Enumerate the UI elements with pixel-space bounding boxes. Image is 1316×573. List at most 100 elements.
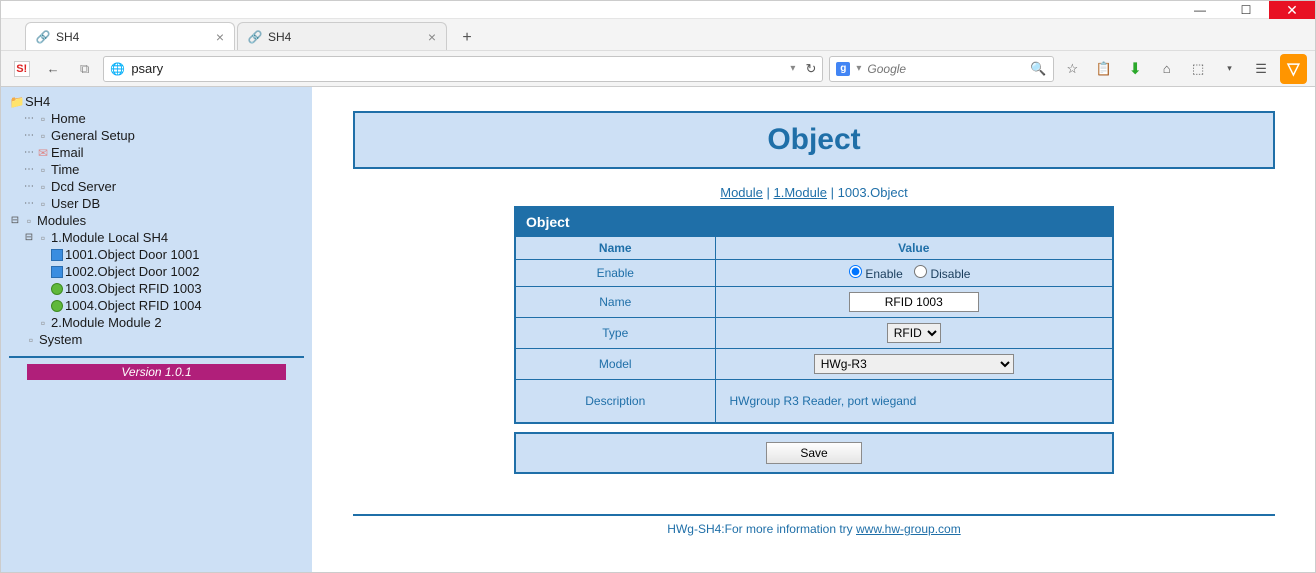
page-icon: ▫ xyxy=(35,180,51,194)
col-value-header: Value xyxy=(715,237,1113,260)
nav-module-2[interactable]: ▫2.Module Module 2 xyxy=(9,314,304,331)
object-form: Object Name Value Enable Enable Disable … xyxy=(514,206,1114,474)
bullet-icon: ⋯ xyxy=(23,113,35,124)
row-name-label: Name xyxy=(515,287,715,318)
tab-title: SH4 xyxy=(56,30,79,44)
tab-title: SH4 xyxy=(268,30,291,44)
nav-user-db[interactable]: ⋯▫User DB xyxy=(9,195,304,212)
home-icon[interactable]: ⌂ xyxy=(1154,55,1179,83)
menu-icon[interactable]: ☰ xyxy=(1248,55,1273,83)
google-icon: g xyxy=(836,62,850,76)
bullet-icon: ⋯ xyxy=(23,181,35,192)
main-panel: Object Module | 1.Module | 1003.Object O… xyxy=(313,87,1315,572)
page-icon: ▫ xyxy=(35,197,51,211)
page-icon: ▫ xyxy=(35,163,51,177)
new-tab-button[interactable]: + xyxy=(455,26,479,50)
url-input[interactable] xyxy=(131,61,784,76)
nav-object-1004[interactable]: 1004.Object RFID 1004 xyxy=(9,297,304,314)
page-icon: ▫ xyxy=(23,333,39,347)
row-enable-value: Enable Disable xyxy=(715,260,1113,287)
page-icon: ▫ xyxy=(35,129,51,143)
nav-email[interactable]: ⋯✉Email xyxy=(9,144,304,161)
breadcrumb: Module | 1.Module | 1003.Object xyxy=(353,185,1275,200)
titlebar: — ☐ ✕ xyxy=(1,1,1315,19)
extension-dropdown-icon[interactable]: ▾ xyxy=(1217,55,1242,83)
back-button[interactable]: ← xyxy=(40,55,65,83)
sidebar-divider xyxy=(9,356,304,358)
nav-home[interactable]: ⋯▫Home xyxy=(9,110,304,127)
page-icon: ▫ xyxy=(35,112,51,126)
door-icon xyxy=(49,249,65,261)
nav-object-1003[interactable]: 1003.Object RFID 1003 xyxy=(9,280,304,297)
tab-0[interactable]: 🔗 SH4 × xyxy=(25,22,235,50)
footer-divider xyxy=(353,514,1275,516)
clipboard-icon[interactable]: 📋 xyxy=(1091,55,1116,83)
nav-object-1002[interactable]: 1002.Object Door 1002 xyxy=(9,263,304,280)
model-select[interactable]: HWg-R3 xyxy=(814,354,1014,374)
close-button[interactable]: ✕ xyxy=(1269,1,1315,19)
link-icon: 🔗 xyxy=(36,30,50,44)
search-icon[interactable]: 🔍 xyxy=(1030,61,1046,77)
table-section-header: Object xyxy=(515,207,1113,237)
download-icon[interactable]: ⬇ xyxy=(1122,55,1147,83)
nav-tree: 📁SH4 ⋯▫Home ⋯▫General Setup ⋯✉Email ⋯▫Ti… xyxy=(9,93,304,348)
nav-system[interactable]: ▫System xyxy=(9,331,304,348)
search-input[interactable] xyxy=(867,62,1024,76)
save-row: Save xyxy=(514,432,1114,474)
type-select[interactable]: RFID xyxy=(887,323,941,343)
name-input[interactable] xyxy=(849,292,979,312)
email-icon: ✉ xyxy=(35,146,51,160)
page-title: Object xyxy=(355,123,1273,157)
footer: HWg-SH4:For more information try www.hw-… xyxy=(353,522,1275,556)
dropdown-icon[interactable]: ▾ xyxy=(790,63,795,74)
breadcrumb-module-1[interactable]: 1.Module xyxy=(774,185,827,200)
disable-radio-label[interactable]: Disable xyxy=(914,267,970,281)
link-icon: 🔗 xyxy=(248,30,262,44)
maximize-button[interactable]: ☐ xyxy=(1223,1,1269,19)
url-bar[interactable]: 🌐 ▾ ↻ xyxy=(103,56,823,82)
version-label: Version 1.0.1 xyxy=(27,364,286,380)
enable-radio[interactable] xyxy=(849,265,862,278)
nav-general-setup[interactable]: ⋯▫General Setup xyxy=(9,127,304,144)
nav-object-1001[interactable]: 1001.Object Door 1001 xyxy=(9,246,304,263)
minimize-button[interactable]: — xyxy=(1177,1,1223,19)
seznam-button[interactable]: S! xyxy=(9,55,34,83)
collapse-icon[interactable]: ⊟ xyxy=(9,215,21,226)
avast-icon[interactable]: ▽ xyxy=(1280,54,1307,84)
page-title-box: Object xyxy=(353,111,1275,169)
tab-close-icon[interactable]: × xyxy=(428,29,436,45)
page-icon: ▫ xyxy=(35,316,51,330)
dropdown-icon[interactable]: ▾ xyxy=(856,63,861,74)
object-table: Object Name Value Enable Enable Disable … xyxy=(514,206,1114,424)
tree-root[interactable]: 📁SH4 xyxy=(9,93,304,110)
save-button[interactable]: Save xyxy=(766,442,862,464)
bullet-icon: ⋯ xyxy=(23,147,35,158)
breadcrumb-module[interactable]: Module xyxy=(720,185,763,200)
browser-window: — ☐ ✕ 🔗 SH4 × 🔗 SH4 × + S! ← ⧉ 🌐 ▾ ↻ g ▾ xyxy=(0,0,1316,573)
page-icon: ▫ xyxy=(35,231,51,245)
breadcrumb-current: 1003.Object xyxy=(838,185,908,200)
col-name-header: Name xyxy=(515,237,715,260)
nav-time[interactable]: ⋯▫Time xyxy=(9,161,304,178)
reload-icon[interactable]: ↻ xyxy=(805,61,816,77)
content-area: 📁SH4 ⋯▫Home ⋯▫General Setup ⋯✉Email ⋯▫Ti… xyxy=(1,87,1315,572)
tab-1[interactable]: 🔗 SH4 × xyxy=(237,22,447,50)
row-enable-label: Enable xyxy=(515,260,715,287)
key-icon[interactable]: ⧉ xyxy=(72,55,97,83)
nav-modules[interactable]: ⊟▫Modules xyxy=(9,212,304,229)
collapse-icon[interactable]: ⊟ xyxy=(23,232,35,243)
nav-dcd-server[interactable]: ⋯▫Dcd Server xyxy=(9,178,304,195)
globe-icon: 🌐 xyxy=(110,62,125,76)
bullet-icon: ⋯ xyxy=(23,164,35,175)
page-icon: ▫ xyxy=(21,214,37,228)
disable-radio[interactable] xyxy=(914,265,927,278)
bookmark-star-icon[interactable]: ☆ xyxy=(1060,55,1085,83)
enable-radio-label[interactable]: Enable xyxy=(849,267,903,281)
tab-close-icon[interactable]: × xyxy=(216,29,224,45)
nav-module-1[interactable]: ⊟▫1.Module Local SH4 xyxy=(9,229,304,246)
row-desc-value: HWgroup R3 Reader, port wiegand xyxy=(715,380,1113,424)
search-bar[interactable]: g ▾ 🔍 xyxy=(829,56,1053,82)
footer-link[interactable]: www.hw-group.com xyxy=(856,522,961,536)
extension-icon[interactable]: ⬚ xyxy=(1185,55,1210,83)
folder-icon: 📁 xyxy=(9,95,25,109)
